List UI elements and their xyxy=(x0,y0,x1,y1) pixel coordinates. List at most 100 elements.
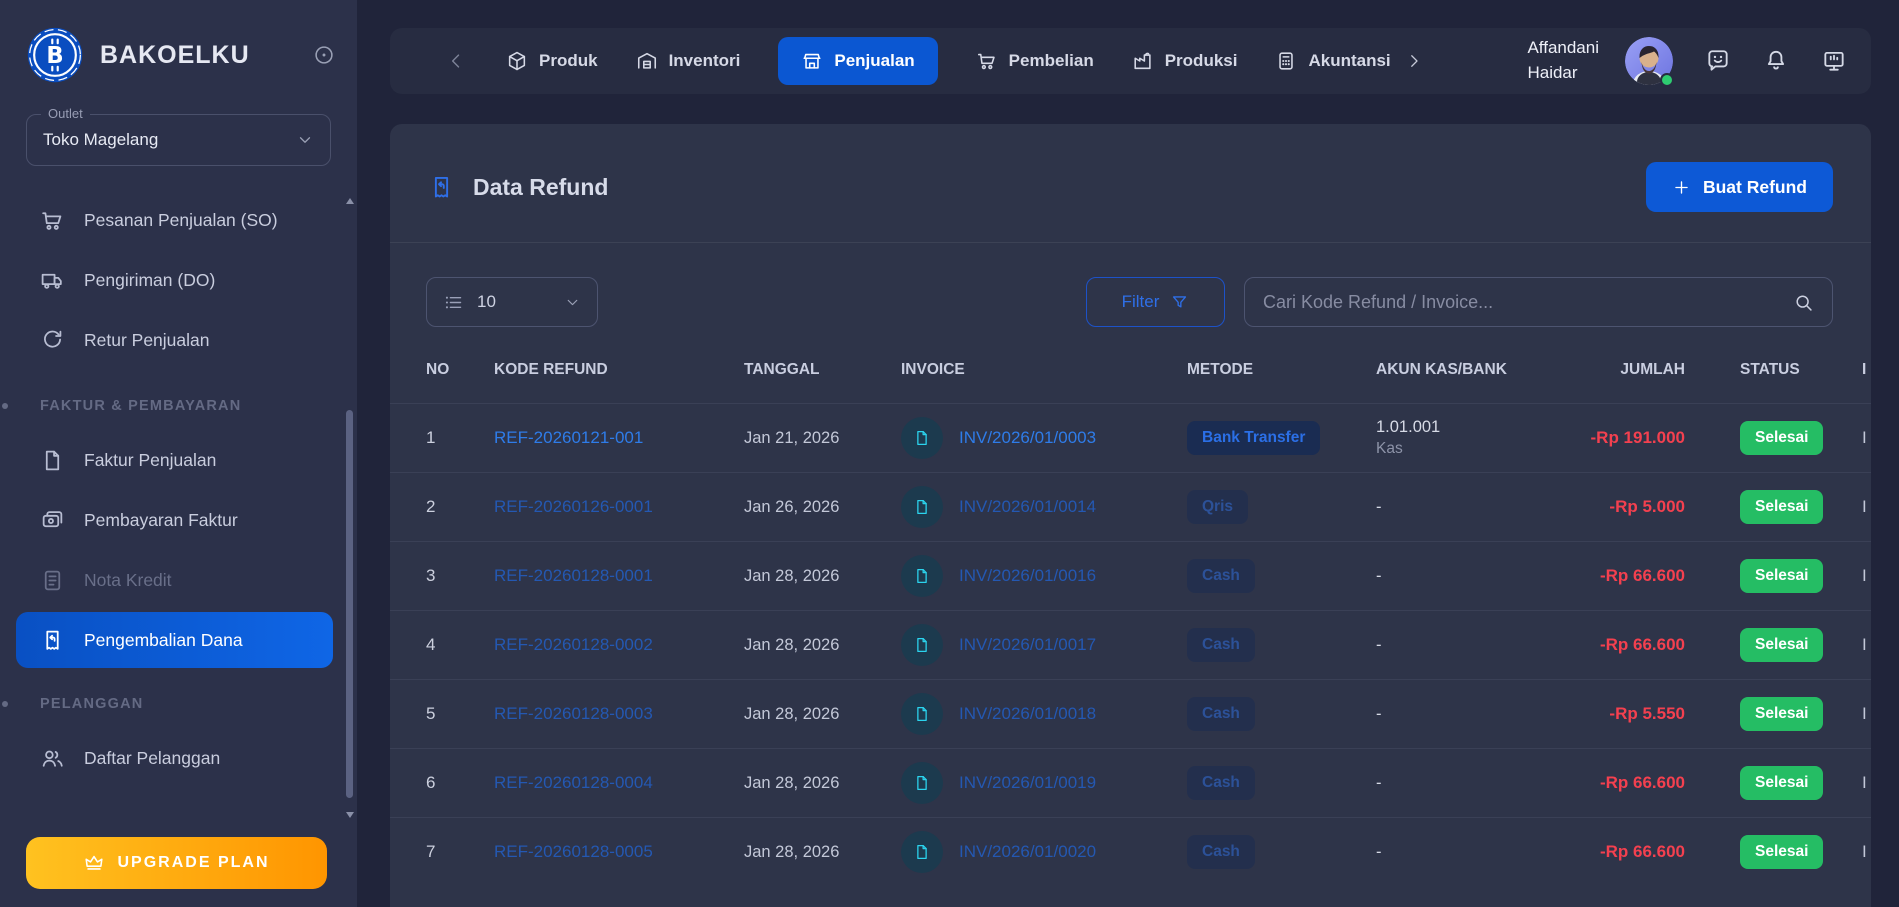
sidebar-item-daftar-pelanggan[interactable]: Daftar Pelanggan xyxy=(0,728,357,788)
scrollbar-thumb[interactable] xyxy=(346,410,353,798)
upgrade-plan-button[interactable]: UPGRADE PLAN xyxy=(26,837,327,889)
search-box xyxy=(1244,277,1833,327)
sidebar-item-pengembalian-dana[interactable]: Pengembalian Dana xyxy=(16,612,333,668)
filter-button[interactable]: Filter xyxy=(1086,277,1225,327)
refund-code-link[interactable]: REF-20260128-0004 xyxy=(494,773,653,792)
tab-label: Akuntansi xyxy=(1308,51,1390,71)
status-badge: Selesai xyxy=(1740,766,1823,800)
invoice-link[interactable]: INV/2026/01/0017 xyxy=(959,635,1096,655)
scroll-down-arrow-icon[interactable] xyxy=(346,812,354,818)
sidebar-scrollbar[interactable] xyxy=(345,198,355,818)
invoice-link[interactable]: INV/2026/01/0016 xyxy=(959,566,1096,586)
payment-method-badge: Cash xyxy=(1187,835,1255,869)
status-badge: Selesai xyxy=(1740,559,1823,593)
table-row: 5 REF-20260128-0003 Jan 28, 2026 INV/202… xyxy=(390,680,1871,749)
invoice-file-icon[interactable] xyxy=(901,555,943,597)
tab-pembelian[interactable]: Pembelian xyxy=(976,50,1094,72)
refund-date: Jan 28, 2026 xyxy=(744,818,901,887)
list-icon xyxy=(443,292,464,313)
account-code: - xyxy=(1376,496,1580,518)
invoice-link[interactable]: INV/2026/01/0014 xyxy=(959,497,1096,517)
refund-amount: -Rp 66.600 xyxy=(1580,818,1700,887)
invoice-link[interactable]: INV/2026/01/0003 xyxy=(959,428,1096,448)
search-input[interactable] xyxy=(1263,292,1793,313)
refund-code-link[interactable]: REF-20260121-001 xyxy=(494,428,643,447)
nav-scroll-right-icon[interactable] xyxy=(1405,52,1423,70)
factory-icon xyxy=(1132,50,1154,72)
invoice-file-icon[interactable] xyxy=(901,762,943,804)
search-icon[interactable] xyxy=(1793,292,1814,313)
refund-code-link[interactable]: REF-20260126-0001 xyxy=(494,497,653,516)
refund-amount: -Rp 66.600 xyxy=(1580,749,1700,818)
tab-label: Produksi xyxy=(1165,51,1238,71)
truck-icon xyxy=(40,268,65,293)
tab-label: Penjualan xyxy=(834,51,914,71)
invoice-link[interactable]: INV/2026/01/0019 xyxy=(959,773,1096,793)
crown-icon xyxy=(83,852,105,874)
page-size-select[interactable]: 10 xyxy=(426,277,598,327)
refund-code-link[interactable]: REF-20260128-0002 xyxy=(494,635,653,654)
refund-code-link[interactable]: REF-20260128-0005 xyxy=(494,842,653,861)
tab-produk[interactable]: Produk xyxy=(506,50,598,72)
tab-akuntansi[interactable]: Akuntansi xyxy=(1275,50,1390,72)
scroll-up-arrow-icon[interactable] xyxy=(346,198,354,204)
sidebar-item-label: Pengembalian Dana xyxy=(84,630,243,651)
sidebar-toggle-icon[interactable] xyxy=(313,44,335,66)
sidebar-item-retur-penjualan[interactable]: Retur Penjualan xyxy=(0,310,357,370)
tab-inventori[interactable]: Inventori xyxy=(636,50,741,72)
nav-scroll-left-icon[interactable] xyxy=(446,51,466,71)
pos-monitor-icon[interactable] xyxy=(1821,48,1847,74)
outlet-label: Outlet xyxy=(41,106,90,121)
payment-method-badge: Cash xyxy=(1187,697,1255,731)
payment-method-badge: Cash xyxy=(1187,628,1255,662)
row-number: 3 xyxy=(390,542,494,611)
module-tabs: Produk Inventori Penjualan Pembelian Pro… xyxy=(506,37,1391,85)
svg-text:B: B xyxy=(46,43,63,69)
user-avatar[interactable] xyxy=(1625,37,1673,85)
invoice-file-icon[interactable] xyxy=(901,831,943,873)
user-name[interactable]: Affandani Haidar xyxy=(1527,36,1599,85)
create-refund-button[interactable]: Buat Refund xyxy=(1646,162,1833,212)
sidebar-item-label: Pesanan Penjualan (SO) xyxy=(84,210,278,231)
cart-icon xyxy=(40,208,65,233)
page-title: Data Refund xyxy=(473,174,608,201)
sidebar: B BAKOELKU Outlet Toko Magelang Pesanan … xyxy=(0,0,357,907)
sidebar-item-label: Pembayaran Faktur xyxy=(84,510,238,531)
refund-code-link[interactable]: REF-20260128-0003 xyxy=(494,704,653,723)
account-name: Kas xyxy=(1376,439,1580,460)
status-badge: Selesai xyxy=(1740,697,1823,731)
tab-penjualan[interactable]: Penjualan xyxy=(778,37,937,85)
sidebar-item-pesanan-penjualan[interactable]: Pesanan Penjualan (SO) xyxy=(0,190,357,250)
tab-produksi[interactable]: Produksi xyxy=(1132,50,1238,72)
refund-table: NO KODE REFUND TANGGAL INVOICE METODE AK… xyxy=(390,351,1871,886)
sidebar-item-faktur-penjualan[interactable]: Faktur Penjualan xyxy=(0,430,357,490)
status-badge: Selesai xyxy=(1740,421,1823,455)
chevron-down-icon xyxy=(564,294,581,311)
table-toolbar: 10 Filter xyxy=(426,277,1833,327)
sidebar-item-label: Retur Penjualan xyxy=(84,330,210,351)
row-number: 1 xyxy=(390,404,494,473)
top-navigation: Produk Inventori Penjualan Pembelian Pro… xyxy=(390,28,1871,94)
invoice-file-icon[interactable] xyxy=(901,624,943,666)
invoice-file-icon[interactable] xyxy=(901,417,943,459)
invoice-file-icon[interactable] xyxy=(901,486,943,528)
bell-icon[interactable] xyxy=(1763,48,1789,74)
invoice-link[interactable]: INV/2026/01/0018 xyxy=(959,704,1096,724)
warehouse-icon xyxy=(636,50,658,72)
sidebar-item-nota-kredit[interactable]: Nota Kredit xyxy=(0,550,357,610)
outlet-selector[interactable]: Outlet Toko Magelang xyxy=(26,114,331,166)
sidebar-item-pengiriman[interactable]: Pengiriman (DO) xyxy=(0,250,357,310)
tab-label: Produk xyxy=(539,51,598,71)
tab-label: Inventori xyxy=(669,51,741,71)
invoice-link[interactable]: INV/2026/01/0020 xyxy=(959,842,1096,862)
toolbar-right: Filter xyxy=(1086,277,1833,327)
refund-receipt-icon xyxy=(428,174,455,201)
sidebar-item-pembayaran-faktur[interactable]: Pembayaran Faktur xyxy=(0,490,357,550)
table-row: 4 REF-20260128-0002 Jan 28, 2026 INV/202… xyxy=(390,611,1871,680)
refund-code-link[interactable]: REF-20260128-0001 xyxy=(494,566,653,585)
chevron-down-icon xyxy=(296,131,314,149)
invoice-file-icon[interactable] xyxy=(901,693,943,735)
sidebar-section-faktur-pembayaran: FAKTUR & PEMBAYARAN xyxy=(0,382,357,430)
chat-icon[interactable] xyxy=(1705,48,1731,74)
upgrade-plan-label: UPGRADE PLAN xyxy=(117,854,269,872)
